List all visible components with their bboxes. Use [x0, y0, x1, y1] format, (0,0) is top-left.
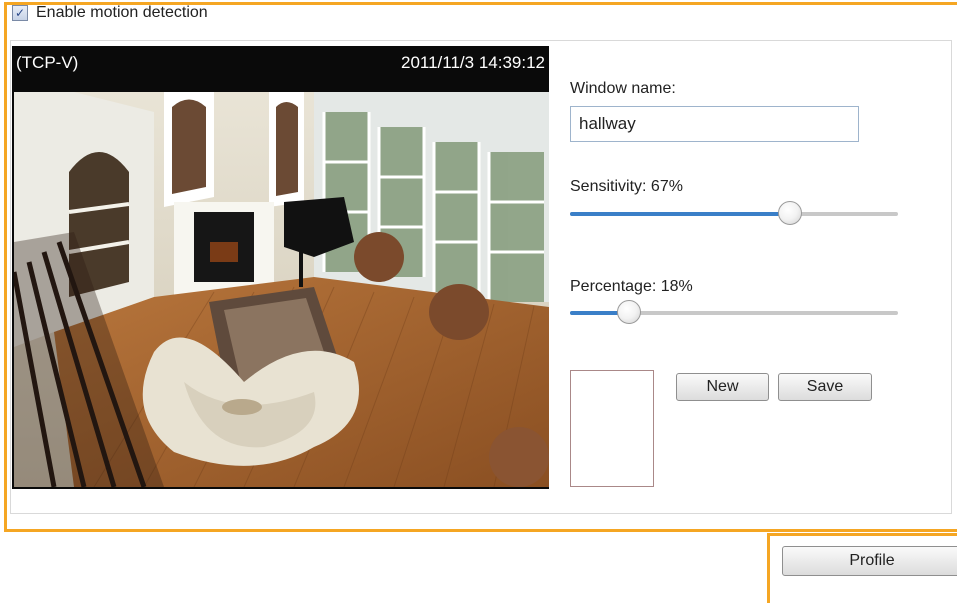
video-preview[interactable]: (TCP-V) 2011/11/3 14:39:12: [12, 46, 549, 489]
sensitivity-slider-thumb[interactable]: [777, 201, 802, 225]
new-window-button[interactable]: New: [676, 373, 769, 401]
camera-image: [14, 92, 549, 487]
sensitivity-label: Sensitivity: 67%: [570, 178, 683, 195]
video-codec-label: (TCP-V): [16, 53, 79, 72]
percentage-slider[interactable]: [570, 300, 898, 324]
percentage-label: Percentage: 18%: [570, 278, 693, 295]
video-caption-bar: (TCP-V) 2011/11/3 14:39:12: [12, 46, 549, 82]
check-icon: ✓: [14, 6, 26, 20]
window-name-label: Window name:: [570, 80, 676, 97]
save-button[interactable]: Save: [778, 373, 872, 401]
enable-motion-checkbox[interactable]: ✓: [12, 5, 28, 21]
percentage-slider-thumb[interactable]: [617, 300, 642, 324]
sensitivity-slider[interactable]: [570, 201, 898, 225]
enable-motion-label: Enable motion detection: [36, 4, 208, 21]
video-timestamp: 2011/11/3 14:39:12: [400, 53, 545, 72]
sensitivity-slider-fill: [570, 212, 790, 216]
window-name-input[interactable]: [570, 106, 859, 142]
window-preview-box: [570, 370, 654, 487]
enable-motion-row[interactable]: ✓ Enable motion detection: [12, 2, 208, 24]
profile-button[interactable]: Profile: [782, 546, 957, 576]
